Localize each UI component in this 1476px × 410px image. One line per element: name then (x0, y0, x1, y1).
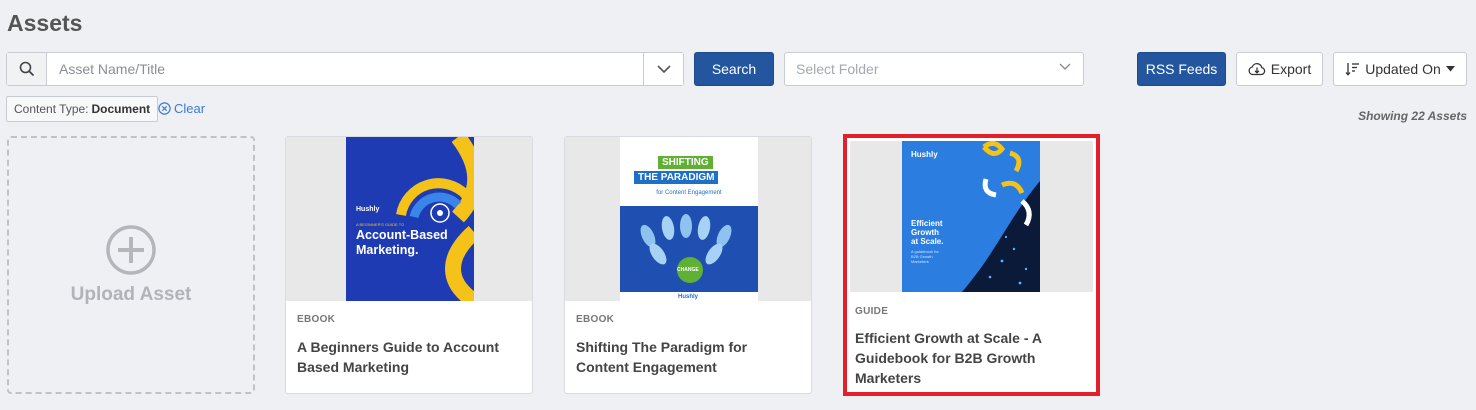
filter-chip-prefix: Content Type: (14, 102, 89, 116)
export-button[interactable]: Export (1236, 52, 1323, 86)
cover-brand: Hushly (356, 206, 380, 213)
asset-type: GUIDE (855, 306, 889, 317)
close-circle-icon (158, 102, 171, 115)
guide-cover-efficient-growth: Hushly Efficient Growth at Scale. A guid… (902, 141, 1040, 292)
search-button[interactable]: Search (694, 52, 774, 86)
asset-card[interactable]: Hushly A BEGINNER'S GUIDE TO Account-Bas… (285, 136, 533, 394)
chevron-down-icon (1059, 63, 1071, 70)
upload-asset-label: Upload Asset (70, 284, 192, 305)
cover-line: Efficient (911, 219, 943, 228)
sort-icon (1345, 63, 1360, 76)
cover-line: Account-Based (356, 228, 448, 242)
rss-feeds-button[interactable]: RSS Feeds (1137, 52, 1226, 86)
cover-pin-label: CHANGE (677, 267, 699, 273)
page-title: Assets (7, 10, 83, 36)
results-count: Showing 22 Assets (1358, 109, 1467, 123)
search-input[interactable] (47, 53, 643, 85)
clear-filter-link[interactable]: Clear (158, 101, 205, 116)
ebook-cover-abm: Hushly A BEGINNER'S GUIDE TO Account-Bas… (346, 137, 474, 301)
sort-button[interactable]: Updated On (1333, 52, 1467, 86)
cover-brand: Hushly (911, 150, 938, 159)
asset-title[interactable]: A Beginners Guide to Account Based Marke… (297, 337, 523, 377)
cover-line: at Scale. (911, 237, 944, 246)
asset-type: EBOOK (576, 314, 615, 325)
folder-select-placeholder: Select Folder (796, 61, 879, 77)
asset-type: EBOOK (297, 314, 336, 325)
cover-line: THE PARADIGM (634, 171, 719, 184)
cover-line: Growth (911, 228, 939, 237)
search-icon[interactable] (7, 53, 47, 85)
cloud-download-icon (1248, 63, 1265, 76)
search-bar (6, 52, 684, 86)
cover-kicker: A BEGINNER'S GUIDE TO (356, 222, 405, 227)
clear-label: Clear (174, 101, 206, 116)
cover-brand: Hushly (678, 294, 699, 300)
asset-card-selected[interactable]: Hushly Efficient Growth at Scale. A guid… (843, 134, 1100, 396)
asset-card[interactable]: SHIFTING THE PARADIGM for Content Engage… (564, 136, 812, 394)
chevron-down-icon[interactable] (643, 53, 683, 85)
cover-line: SHIFTING (658, 156, 713, 169)
cover-line: Marketing. (356, 243, 419, 257)
export-label: Export (1270, 61, 1312, 77)
asset-thumbnail: Hushly Efficient Growth at Scale. A guid… (850, 141, 1093, 292)
ebook-cover-paradigm: SHIFTING THE PARADIGM for Content Engage… (620, 137, 758, 301)
upload-asset-card[interactable]: Upload Asset (7, 136, 255, 394)
asset-thumbnail: SHIFTING THE PARADIGM for Content Engage… (565, 137, 811, 301)
content-type-filter-chip: Content Type: Document (6, 96, 159, 122)
caret-down-icon (1445, 66, 1455, 72)
asset-title[interactable]: Shifting The Paradigm for Content Engage… (576, 337, 802, 377)
filter-chip-value: Document (91, 102, 151, 116)
cover-subline: Marketers (911, 259, 929, 264)
sort-label: Updated On (1365, 61, 1441, 77)
asset-thumbnail: Hushly A BEGINNER'S GUIDE TO Account-Bas… (286, 137, 532, 301)
plus-circle-icon (106, 225, 156, 275)
cover-line: for Content Engagement (656, 190, 722, 196)
folder-select[interactable]: Select Folder (784, 52, 1084, 86)
asset-title[interactable]: Efficient Growth at Scale - A Guidebook … (855, 328, 1085, 388)
